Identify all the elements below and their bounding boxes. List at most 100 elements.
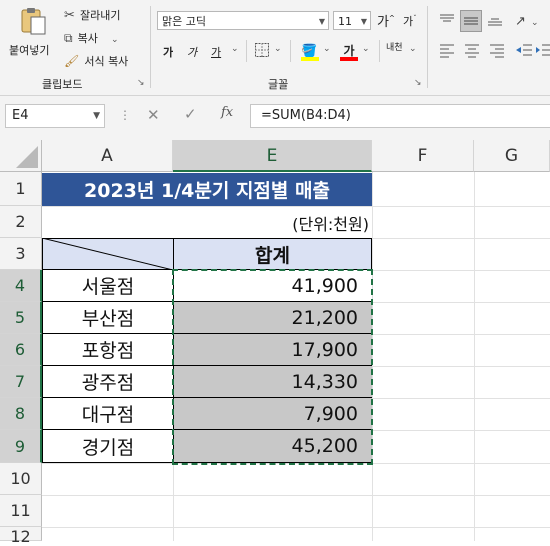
row-header-2[interactable]: 2 — [0, 206, 42, 238]
cut-button[interactable]: ✂ 잘라내기 — [64, 4, 121, 23]
font-color-button[interactable]: 가 — [340, 40, 358, 62]
font-size-combo[interactable]: 11 ▼ — [333, 11, 371, 30]
orientation-button[interactable]: ↗ ⌄ — [515, 10, 539, 29]
cut-label: 잘라내기 — [80, 9, 121, 22]
font-launcher-icon[interactable]: ↘ — [414, 78, 422, 88]
clipboard-group-label: 클립보드 — [42, 78, 83, 91]
corner-diagonal-cell[interactable] — [42, 238, 173, 270]
italic-button[interactable]: 가 — [187, 44, 197, 60]
align-middle-button[interactable] — [460, 10, 482, 32]
chevron-down-icon: ▼ — [318, 17, 325, 26]
branch-cell[interactable]: 포항점 — [42, 334, 173, 366]
align-center-icon — [465, 44, 479, 58]
align-right-button[interactable] — [487, 40, 507, 60]
scissors-icon: ✂ — [64, 8, 75, 23]
column-header-e[interactable]: E — [173, 140, 372, 172]
font-color-bar — [340, 57, 358, 61]
formula-bar: E4 ▼ ⋮ ✕ ✓ fx =SUM(B4:D4) — [0, 96, 550, 141]
row-header-1[interactable]: 1 — [0, 172, 42, 206]
column-header-a[interactable]: A — [42, 140, 173, 172]
text-orientation-icon: ↗ — [515, 14, 526, 29]
align-top-button[interactable] — [437, 10, 457, 30]
row-header-9[interactable]: 9 — [0, 430, 42, 463]
select-all-corner[interactable] — [0, 140, 42, 172]
fill-color-button[interactable]: 🪣 — [301, 40, 319, 62]
row-header-6[interactable]: 6 — [0, 334, 42, 366]
row-header-8[interactable]: 8 — [0, 398, 42, 430]
branch-name: 대구점 — [81, 404, 135, 426]
branch-cell[interactable]: 대구점 — [42, 398, 173, 430]
copy-button[interactable]: ⧉ 복사 ⌄ — [64, 27, 119, 45]
fill-color-bar — [301, 57, 319, 61]
diagonal-line-icon — [42, 238, 173, 270]
bold-label: 가 — [163, 46, 174, 59]
row-header-12[interactable]: 12 — [0, 527, 42, 546]
title-cell[interactable]: 2023년 1/4분기 지점별 매출 — [42, 173, 372, 206]
font-size-value: 11 — [338, 15, 352, 28]
font-name-combo[interactable]: 맑은 고딕 ▼ — [157, 11, 329, 30]
formula-bar-handle-icon[interactable]: ⋮ — [119, 108, 131, 122]
underline-button[interactable]: 가 — [211, 44, 221, 60]
align-bottom-button[interactable] — [485, 10, 505, 30]
format-painter-label: 서식 복사 — [84, 55, 129, 68]
branch-cell[interactable]: 부산점 — [42, 302, 173, 334]
italic-label: 가 — [187, 46, 198, 59]
formula-input[interactable]: =SUM(B4:D4) — [250, 104, 550, 128]
column-header-f[interactable]: F — [372, 140, 474, 172]
row-header-11[interactable]: 11 — [0, 495, 42, 527]
total-header-cell[interactable]: 합계 — [173, 238, 372, 270]
paste-label: 붙여넣기 — [9, 44, 50, 57]
row-header-3[interactable]: 3 — [0, 238, 42, 270]
increase-indent-button[interactable] — [536, 40, 550, 60]
clipboard-launcher-icon[interactable]: ↘ — [137, 78, 145, 88]
copy-label: 복사 — [77, 32, 98, 45]
grow-font-label: 가 — [377, 15, 389, 30]
align-bottom-icon — [488, 18, 502, 26]
chevron-down-icon[interactable]: ⌄ — [362, 44, 370, 54]
enter-icon[interactable]: ✓ — [184, 105, 197, 123]
row-header-4[interactable]: 4 — [0, 270, 42, 302]
paste-button[interactable]: 붙여넣기 — [6, 4, 56, 60]
border-icon — [255, 43, 269, 57]
align-right-icon — [490, 44, 504, 58]
phonetic-button[interactable]: 내천 — [386, 40, 406, 53]
bold-button[interactable]: 가 — [163, 44, 173, 60]
grow-font-button[interactable]: 가^ — [377, 11, 395, 30]
column-header-g[interactable]: G — [474, 140, 550, 172]
unit-cell[interactable]: (단위:천원) — [173, 207, 372, 238]
decrease-indent-icon — [516, 44, 532, 56]
row-header-5[interactable]: 5 — [0, 302, 42, 334]
chevron-down-icon[interactable]: ⌄ — [323, 44, 331, 54]
copy-icon: ⧉ — [64, 31, 73, 45]
insert-function-button[interactable]: fx — [221, 105, 233, 120]
align-top-icon — [440, 14, 454, 22]
title-text: 2023년 1/4분기 지점별 매출 — [84, 180, 330, 202]
branch-cell[interactable]: 광주점 — [42, 366, 173, 398]
formula-value: =SUM(B4:D4) — [261, 108, 351, 123]
branch-cell[interactable]: 서울점 — [42, 270, 173, 302]
chevron-down-icon: ▼ — [93, 111, 100, 121]
branch-name: 광주점 — [81, 372, 135, 394]
branch-name: 서울점 — [81, 276, 135, 298]
border-button[interactable] — [254, 42, 270, 62]
cancel-icon[interactable]: ✕ — [147, 106, 160, 124]
chevron-down-icon: ⌄ — [531, 18, 539, 28]
align-center-button[interactable] — [462, 40, 482, 60]
chevron-down-icon[interactable]: ⌄ — [231, 44, 239, 54]
row-header-10[interactable]: 10 — [0, 463, 42, 495]
decrease-indent-button[interactable] — [515, 40, 533, 60]
row-header-7[interactable]: 7 — [0, 366, 42, 398]
name-box[interactable]: E4 ▼ — [5, 104, 105, 128]
format-painter-button[interactable]: 🖌 서식 복사 — [64, 50, 128, 68]
copy-marquee — [172, 269, 373, 465]
branch-name: 포항점 — [81, 340, 135, 362]
align-left-icon — [440, 44, 454, 58]
align-left-button[interactable] — [437, 40, 457, 60]
underline-label: 가 — [211, 46, 222, 59]
increase-indent-icon — [536, 44, 550, 56]
chevron-down-icon[interactable]: ⌄ — [274, 44, 282, 54]
branch-cell[interactable]: 경기점 — [42, 430, 173, 463]
shrink-font-button[interactable]: 가ˇ — [403, 13, 417, 29]
paste-icon — [21, 8, 46, 35]
chevron-down-icon[interactable]: ⌄ — [409, 44, 417, 54]
